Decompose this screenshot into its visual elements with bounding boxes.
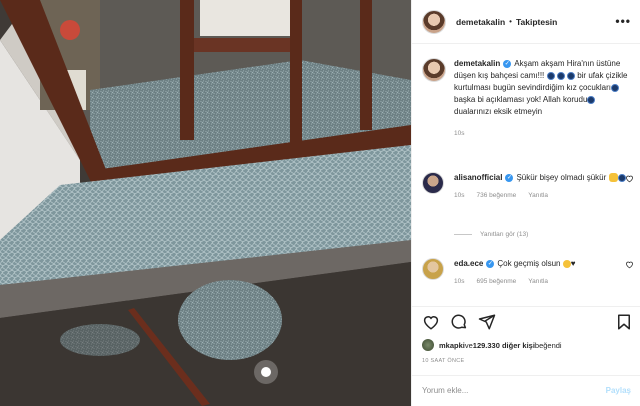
verified-icon: ✓	[505, 173, 514, 182]
comment-text: Şükür bişey olmadı şükür	[516, 173, 607, 182]
view-replies[interactable]: Yanıtları gör (13)	[454, 231, 528, 238]
save-button[interactable]	[615, 313, 633, 333]
likes-middle: ve	[464, 340, 473, 350]
commenter-username[interactable]: eda.ece	[454, 259, 483, 268]
add-comment-bar: Yorum ekle... Paylaş	[412, 375, 640, 405]
post-actions: mkapki ve 129.330 diğer kişi beğendi 10 …	[412, 306, 640, 402]
comment-like-icon[interactable]	[625, 260, 634, 269]
comments-list[interactable]: demetakalin ✓ Akşam akşam Hira'nın üstüne …	[412, 44, 640, 306]
comment-meta: 10s 695 beğenme Yanıtla	[454, 276, 630, 288]
comment-like-icon[interactable]	[625, 174, 634, 183]
reply-button[interactable]: Yanıtla	[528, 278, 548, 285]
like-icon[interactable]	[422, 313, 440, 331]
caption-time[interactable]: 10s	[454, 130, 464, 137]
post-side-panel: demetakalin • Takiptesin ••• demetakalin…	[411, 0, 640, 406]
commenter-avatar[interactable]	[422, 172, 444, 194]
comment-time[interactable]: 10s	[454, 278, 464, 285]
following-button[interactable]: Takiptesin	[516, 17, 557, 27]
nazar-emoji-icon	[610, 83, 619, 92]
post-time-ago[interactable]: 10 SAAT ÖNCE	[422, 358, 465, 364]
reply-button[interactable]: Yanıtla	[528, 192, 548, 199]
comment-time[interactable]: 10s	[454, 192, 464, 199]
share-icon[interactable]	[478, 313, 496, 331]
view-replies-label[interactable]: Yanıtları gör (13)	[480, 231, 528, 238]
caption-text-4: dualarınızı eksik etmeyin	[454, 107, 543, 116]
verified-icon: ✓	[503, 59, 512, 68]
instagram-post: demetakalin • Takiptesin ••• demetakalin…	[0, 0, 640, 406]
comment-likes[interactable]: 736 beğenme	[476, 192, 516, 199]
nazar-emoji-icon	[587, 95, 596, 104]
caption-text-3: başka bi açıklaması yok! Allah korudu	[454, 95, 588, 104]
more-options-icon[interactable]: •••	[615, 14, 631, 28]
pray-emoji-icon	[608, 173, 618, 183]
comment-body: alisanofficial ✓ Şükür bişey olmadı şükür …	[454, 172, 630, 202]
comment-input[interactable]: Yorum ekle...	[422, 386, 606, 395]
caption-body: demetakalin ✓ Akşam akşam Hira'nın üstüne …	[454, 58, 630, 140]
nazar-emoji-icon	[566, 71, 575, 80]
author-avatar[interactable]	[422, 9, 446, 34]
comment-body: eda.ece ✓ Çok geçmiş olsun ♥ 10s 695 beğenm…	[454, 258, 630, 288]
verified-icon: ✓	[486, 259, 495, 268]
comment-likes[interactable]: 695 beğenme	[476, 278, 516, 285]
likes-suffix: beğendi	[534, 340, 562, 350]
action-icons	[422, 313, 496, 331]
caption-meta: 10s	[454, 128, 630, 140]
nazar-emoji-icon	[556, 71, 565, 80]
sad-emoji-icon	[562, 259, 571, 268]
commenter-username[interactable]: alisanofficial	[454, 173, 502, 182]
comment-text: Çok geçmiş olsun	[497, 259, 561, 268]
post-header: demetakalin • Takiptesin •••	[412, 0, 640, 44]
broken-glass-photo	[0, 0, 411, 406]
liker-avatar	[422, 339, 434, 351]
post-comment-button[interactable]: Paylaş	[606, 386, 631, 395]
caption-avatar[interactable]	[422, 58, 446, 82]
commenter-avatar[interactable]	[422, 258, 444, 280]
likes-count[interactable]: 129.330 diğer kişi	[473, 341, 535, 350]
likes-summary[interactable]: mkapki ve 129.330 diğer kişi beğendi	[422, 339, 562, 351]
author-username[interactable]: demetakalin	[456, 17, 505, 27]
caption-username[interactable]: demetakalin	[454, 59, 500, 68]
nazar-emoji-icon	[546, 71, 555, 80]
liker-username[interactable]: mkapki	[439, 341, 465, 350]
header-separator: •	[509, 17, 512, 26]
comment-icon[interactable]	[450, 313, 468, 331]
heart-emoji: ♥	[570, 259, 576, 268]
post-photo[interactable]	[0, 0, 411, 406]
replies-line	[454, 234, 472, 235]
bookmark-icon[interactable]	[615, 313, 633, 331]
comment-meta: 10s 736 beğenme Yanıtla	[454, 190, 630, 202]
